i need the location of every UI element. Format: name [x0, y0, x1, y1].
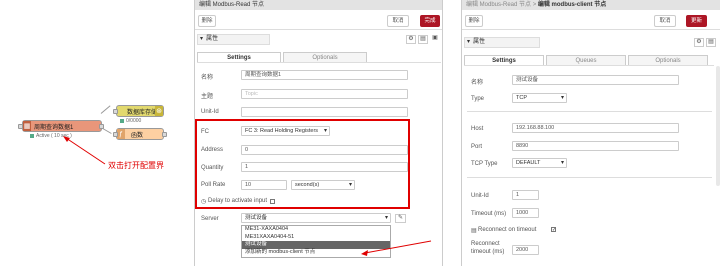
name-label: 名称 [201, 75, 214, 81]
topic-label: 主题 [201, 94, 214, 100]
breadcrumb: 编辑 Modbus-Read 节点 [195, 0, 442, 10]
properties-label: 属性 [473, 39, 486, 45]
poll-rate-field[interactable]: 10 [241, 180, 287, 190]
breadcrumb-parent[interactable]: 编辑 Modbus-Read 节点 > [466, 2, 538, 8]
delay-label: Delay to activate input [208, 198, 268, 204]
section-divider [467, 177, 712, 178]
properties-header[interactable]: ▾ 属性 [464, 37, 540, 48]
port-field[interactable]: 8890 [512, 141, 679, 151]
inject-node[interactable]: ▦ 周期查询数据1 [22, 120, 102, 132]
gear-icon[interactable]: ⚙ [694, 38, 704, 47]
address-field[interactable]: 0 [241, 145, 408, 155]
tcp-type-label: TCP Type [471, 161, 498, 167]
inject-input-port[interactable] [18, 124, 23, 129]
unit-id-field[interactable]: 1 [512, 190, 539, 200]
wire-inject-to-db [100, 105, 111, 114]
reconnect-timeout-field[interactable]: 2000 [512, 245, 539, 255]
modbus-read-panel: 编辑 Modbus-Read 节点 删除 取消 完成 ▾ 属性 ⚙ ▤ ▣ Se… [194, 0, 443, 266]
db-status-text: 0/0000 [126, 118, 142, 124]
type-select[interactable]: TCP [512, 93, 567, 103]
name-field[interactable]: 测试设备 [512, 75, 679, 85]
status-dot-icon [30, 134, 34, 138]
topic-field[interactable]: Topic [241, 89, 408, 99]
caret-down-icon: ▾ [467, 39, 471, 45]
annotation-text: 双击打开配置界 [108, 161, 164, 170]
cancel-button[interactable]: 取消 [387, 15, 409, 27]
inject-output-port[interactable] [99, 124, 104, 129]
func-node[interactable]: ƒ 函数 [116, 128, 164, 140]
breadcrumb-current: 编辑 modbus-client 节点 [537, 2, 607, 8]
annotation-arrow-icon [63, 136, 106, 165]
unit-id-field[interactable] [241, 107, 408, 117]
flow-canvas[interactable]: ▦ 周期查询数据1 Active ( 10 sec ) 数据库存储 ⊛ 0/00… [0, 0, 195, 266]
address-label: Address [201, 147, 224, 153]
quantity-label: Quantity [201, 165, 224, 171]
reconnect-label: Reconnect on timeout [478, 227, 537, 233]
properties-header[interactable]: ▾ 属性 [197, 34, 270, 45]
tab-divider [464, 65, 714, 66]
fc-label: FC [201, 129, 209, 135]
reconnect-timeout-label-2: timeout (ms) [471, 249, 505, 255]
fc-select[interactable]: FC 3: Read Holding Registers [241, 126, 330, 136]
timeout-label: Timeout (ms) [471, 211, 507, 217]
delay-checkbox[interactable] [270, 199, 275, 204]
function-icon: ƒ [117, 129, 125, 139]
func-node-label: 函数 [131, 132, 144, 139]
poll-rate-label: Poll Rate [201, 182, 226, 188]
func-output-port[interactable] [162, 132, 167, 137]
reconnect-icon: ▤ [471, 228, 477, 234]
tray-toolbar: 删除 取消 更新 [462, 10, 720, 30]
breadcrumb: 编辑 Modbus-Read 节点 > 编辑 modbus-client 节点 [462, 0, 720, 10]
name-label: 名称 [471, 80, 484, 86]
timeout-field[interactable]: 1000 [512, 208, 539, 218]
update-button[interactable]: 更新 [686, 15, 707, 27]
tcp-type-select[interactable]: DEFAULT [512, 158, 567, 168]
dropdown-option[interactable]: ME31-XAXA0404 [242, 226, 390, 234]
name-field[interactable]: 周期查询数据1 [241, 70, 408, 80]
appearance-icon[interactable]: ▣ [430, 35, 440, 44]
pointer-arrow-icon [361, 240, 432, 256]
server-label: Server [201, 216, 219, 222]
db-status-dot-icon [120, 119, 124, 123]
delete-button[interactable]: 删除 [465, 15, 483, 27]
scrollbar[interactable] [716, 66, 720, 186]
reconnect-checkbox[interactable]: ✓ [551, 227, 556, 233]
modbus-client-panel: 编辑 Modbus-Read 节点 > 编辑 modbus-client 节点 … [461, 0, 720, 266]
poll-rate-unit-select[interactable]: second(s) [291, 180, 355, 190]
tab-divider [197, 62, 441, 63]
properties-label: 属性 [206, 36, 219, 42]
server-select[interactable]: 测试设备 [241, 213, 391, 223]
unit-id-label: Unit-Id [201, 109, 219, 115]
db-status: 0/0000 [120, 118, 141, 124]
host-field[interactable]: 192.168.88.100 [512, 123, 679, 133]
db-node[interactable]: 数据库存储 ⊛ [116, 105, 164, 117]
description-icon[interactable]: ▤ [706, 38, 716, 47]
caret-down-icon: ▾ [200, 36, 204, 42]
type-label: Type [471, 96, 485, 102]
inject-node-label: 周期查询数据1 [34, 124, 74, 131]
db-node-label: 数据库存储 [127, 109, 158, 116]
db-input-port[interactable] [113, 109, 118, 114]
description-icon[interactable]: ▤ [418, 35, 428, 44]
quantity-field[interactable]: 1 [241, 162, 408, 172]
section-divider [467, 111, 712, 112]
delete-button[interactable]: 删除 [198, 15, 216, 27]
cancel-button[interactable]: 取消 [654, 15, 676, 27]
clock-icon: ◷ [201, 199, 207, 205]
func-input-port[interactable] [113, 132, 118, 137]
modbus-icon: ▦ [23, 121, 31, 131]
host-label: Host [471, 126, 484, 132]
unit-id-label: Unit-Id [471, 193, 489, 199]
edit-server-icon[interactable]: ✎ [395, 214, 406, 223]
reconnect-timeout-label-1: Reconnect [471, 241, 500, 247]
gear-icon[interactable]: ⚙ [406, 35, 416, 44]
database-icon: ⊛ [155, 106, 163, 116]
port-label: Port [471, 144, 483, 150]
done-button[interactable]: 完成 [420, 15, 440, 27]
tray-toolbar: 删除 取消 完成 [195, 10, 442, 30]
